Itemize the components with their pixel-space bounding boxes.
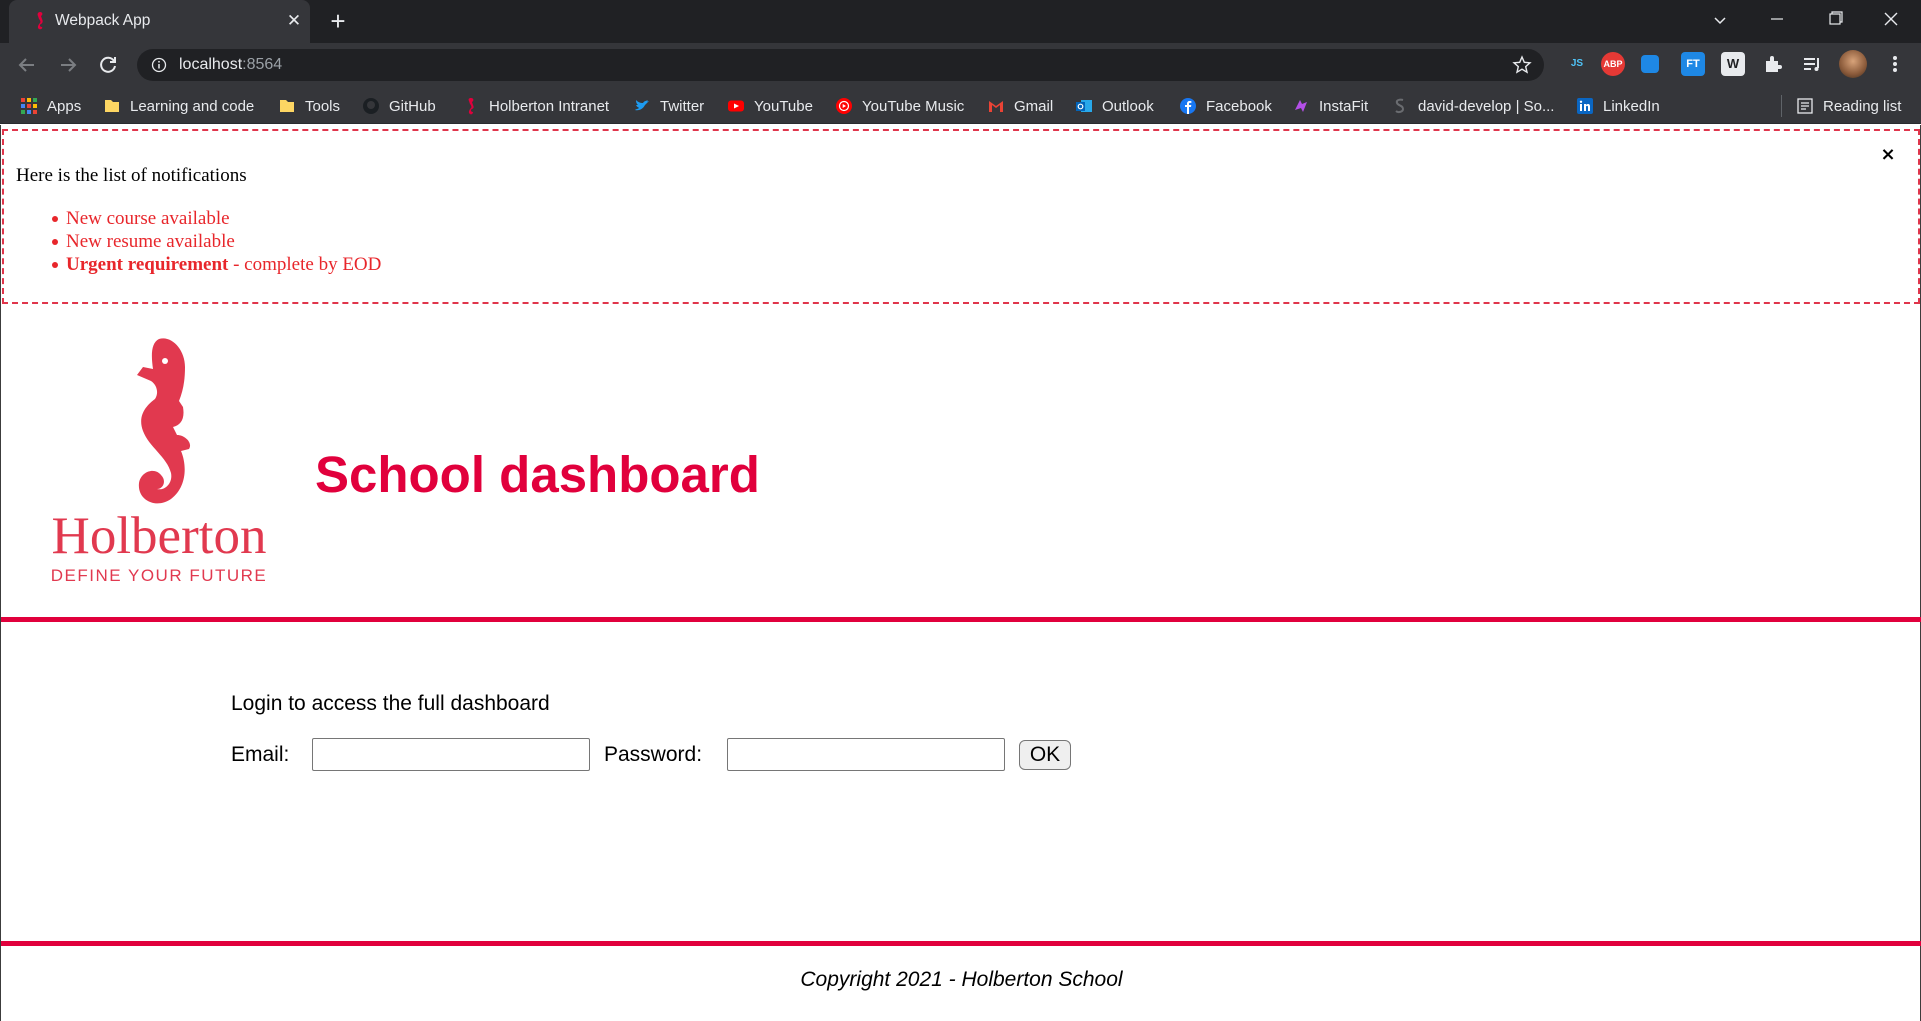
- bookmark-star-icon[interactable]: [1512, 55, 1532, 75]
- bookmark-tools[interactable]: Tools: [278, 95, 340, 117]
- browser-toolbar: localhost:8564: [0, 43, 1921, 87]
- bookmark-youtube-music[interactable]: YouTube Music: [835, 95, 964, 117]
- media-control-icon[interactable]: [1800, 52, 1824, 76]
- logo-tagline-text: DEFINE YOUR FUTURE: [51, 566, 268, 585]
- notification-item[interactable]: New course available: [51, 207, 381, 230]
- youtube-music-icon: [836, 98, 852, 114]
- reload-icon[interactable]: [95, 52, 121, 78]
- restore-icon[interactable]: [1815, 6, 1855, 36]
- bookmark-apps[interactable]: Apps: [20, 95, 81, 117]
- gmail-icon: [989, 101, 1003, 112]
- notification-item[interactable]: New resume available: [51, 230, 381, 253]
- bookmark-gmail[interactable]: Gmail: [987, 95, 1053, 117]
- bookmark-instafit[interactable]: InstaFit: [1292, 95, 1368, 117]
- reading-list-icon: [1797, 98, 1813, 114]
- tab-search-chevron-icon[interactable]: [1700, 6, 1740, 36]
- bookmark-twitter[interactable]: Twitter: [633, 95, 704, 117]
- twitter-icon: [635, 100, 649, 111]
- extension-ft-icon[interactable]: FT: [1681, 52, 1705, 76]
- extensions-puzzle-icon[interactable]: [1761, 52, 1785, 76]
- page-viewport: × Here is the list of notifications New …: [0, 125, 1921, 1021]
- bookmark-linkedin[interactable]: LinkedIn: [1576, 95, 1660, 117]
- seahorse-icon: [468, 98, 474, 115]
- folder-icon: [280, 100, 294, 112]
- extension-w-icon[interactable]: W: [1721, 52, 1745, 76]
- ok-button[interactable]: OK: [1019, 740, 1071, 770]
- facebook-icon: [1180, 98, 1196, 114]
- outlook-icon: [1076, 100, 1092, 112]
- app-header: Holberton DEFINE YOUR FUTURE School dash…: [1, 305, 1921, 613]
- email-label: Email:: [231, 743, 290, 766]
- bookmarks-bar: Apps Learning and code Tools GitHub Holb…: [0, 87, 1921, 124]
- browser-tab[interactable]: Webpack App ✕: [9, 0, 310, 43]
- instafit-icon: [1295, 100, 1307, 112]
- github-icon: [363, 98, 379, 114]
- tab-strip: Webpack App ✕ +: [0, 0, 1921, 43]
- linkedin-icon: [1577, 98, 1593, 114]
- new-tab-icon[interactable]: +: [325, 8, 351, 35]
- site-info-icon[interactable]: [151, 57, 167, 73]
- notification-item-urgent[interactable]: Urgent requirement - complete by EOD: [51, 253, 381, 276]
- address-bar[interactable]: localhost:8564: [137, 49, 1544, 81]
- bookmark-youtube[interactable]: YouTube: [727, 95, 813, 117]
- close-icon[interactable]: ×: [1878, 145, 1898, 165]
- logo-brand-text: Holberton: [52, 507, 267, 565]
- back-arrow-icon[interactable]: [14, 52, 40, 78]
- email-field[interactable]: [312, 738, 590, 771]
- bookmark-learning-and-code[interactable]: Learning and code: [103, 95, 254, 117]
- header-divider: [1, 617, 1921, 622]
- bookmarks-divider: [1781, 95, 1782, 117]
- folder-icon: [105, 100, 119, 112]
- footer-divider: [1, 941, 1921, 946]
- youtube-icon: [728, 100, 744, 112]
- profile-avatar[interactable]: [1839, 50, 1867, 78]
- bookmark-david-develop[interactable]: david-develop | So...: [1391, 95, 1554, 117]
- bookmark-facebook[interactable]: Facebook: [1179, 95, 1272, 117]
- notifications-list: New course available New resume availabl…: [51, 207, 381, 276]
- reading-list-button[interactable]: Reading list: [1796, 95, 1901, 117]
- password-field[interactable]: [727, 738, 1005, 771]
- tab-title: Webpack App: [55, 12, 151, 29]
- url-text: localhost:8564: [179, 56, 283, 73]
- forward-arrow-icon[interactable]: [55, 52, 81, 78]
- tab-close-icon[interactable]: ✕: [283, 10, 305, 32]
- bookmark-github[interactable]: GitHub: [362, 95, 436, 117]
- bookmark-holberton-intranet[interactable]: Holberton Intranet: [462, 95, 609, 117]
- seahorse-icon: [37, 12, 43, 30]
- footer-copyright: Copyright 2021 - Holberton School: [800, 968, 1123, 991]
- page-title: School dashboard: [315, 446, 760, 503]
- stackoverflow-icon: [1395, 98, 1405, 114]
- more-menu-icon[interactable]: [1883, 52, 1907, 76]
- extension-adblock-icon[interactable]: ABP: [1601, 52, 1625, 76]
- bookmark-outlook[interactable]: Outlook: [1075, 95, 1154, 117]
- holberton-logo: Holberton DEFINE YOUR FUTURE: [51, 338, 268, 585]
- minimize-icon[interactable]: [1757, 6, 1797, 36]
- extension-translate-icon[interactable]: [1641, 55, 1659, 73]
- notifications-title: Here is the list of notifications: [16, 165, 247, 186]
- notifications-panel: × Here is the list of notifications New …: [2, 129, 1920, 304]
- password-label: Password:: [604, 743, 703, 766]
- window-close-icon[interactable]: [1871, 6, 1911, 36]
- apps-grid-icon: [21, 98, 37, 114]
- extension-js-icon[interactable]: JS: [1565, 52, 1589, 76]
- login-prompt: Login to access the full dashboard: [231, 692, 550, 715]
